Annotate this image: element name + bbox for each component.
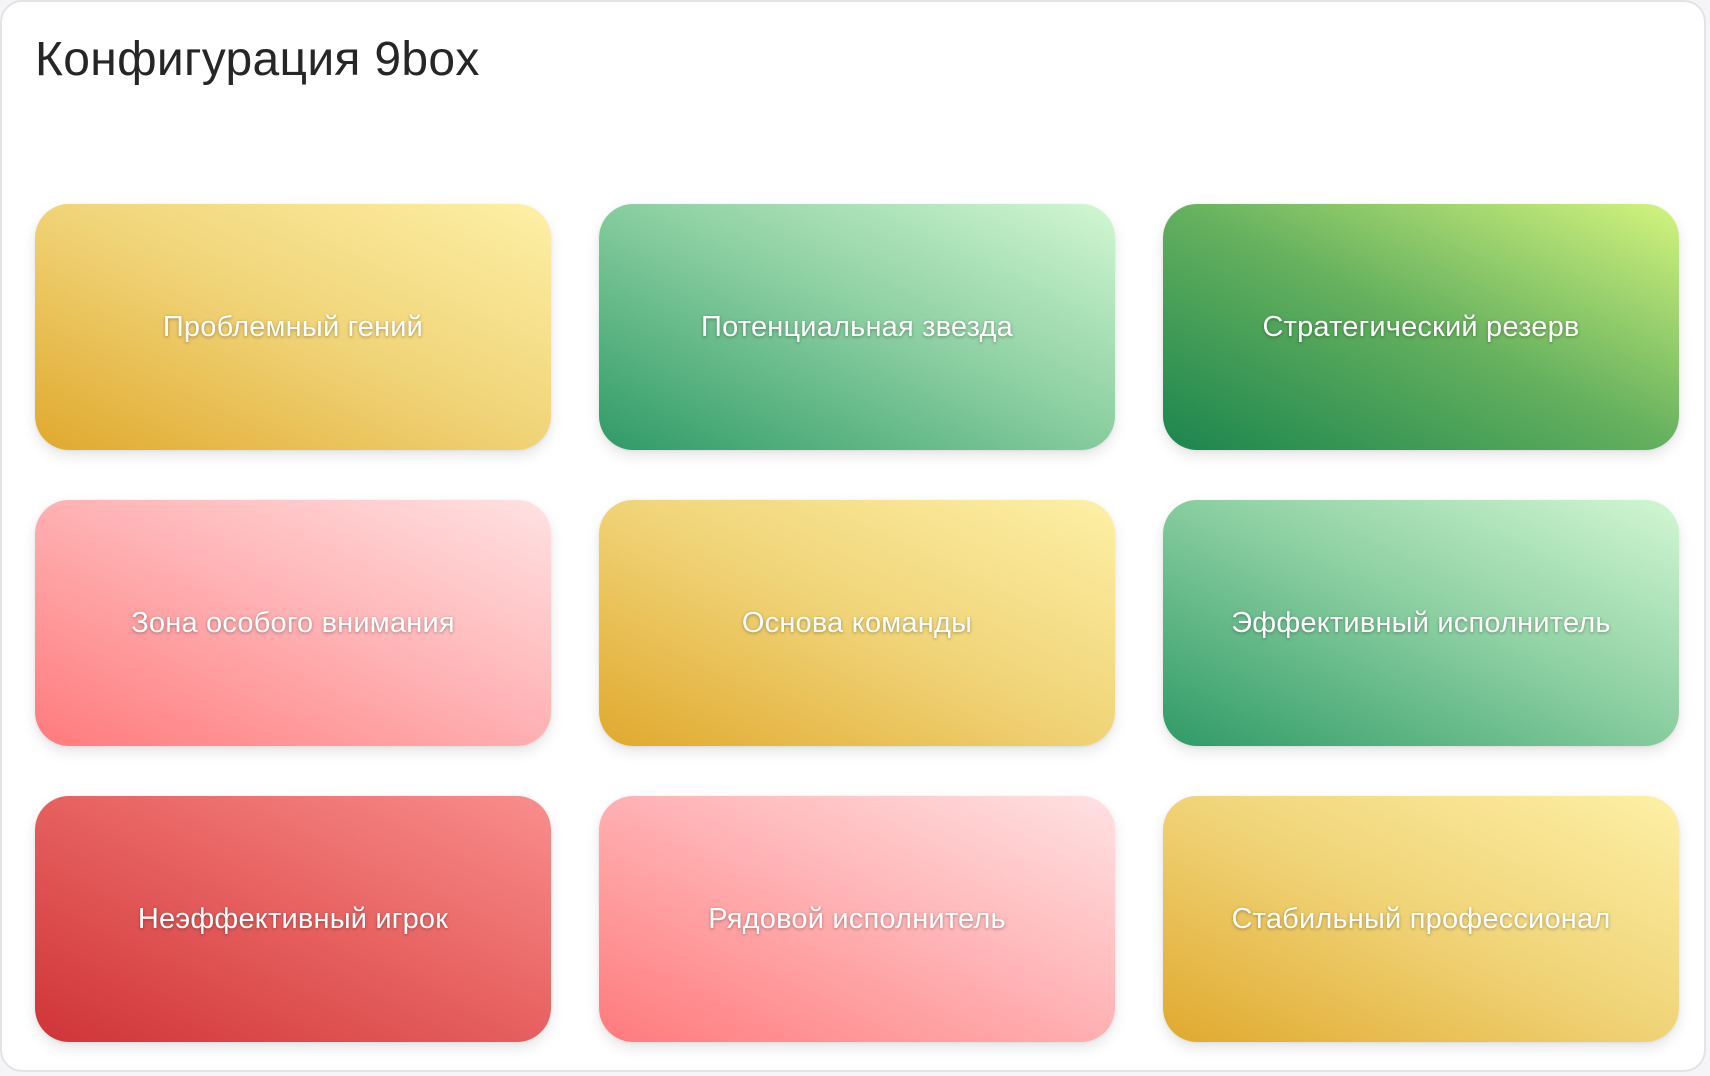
box-team-core[interactable]: Основа команды <box>599 500 1115 746</box>
box-label: Зона особого внимания <box>131 606 455 639</box>
box-label: Стабильный профессионал <box>1231 902 1611 935</box>
box-ineffective-player[interactable]: Неэффективный игрок <box>35 796 551 1042</box>
box-label: Неэффективный игрок <box>137 902 449 935</box>
box-label: Основа команды <box>741 606 973 639</box>
box-potential-star[interactable]: Потенциальная звезда <box>599 204 1115 450</box>
box-ordinary-performer[interactable]: Рядовой исполнитель <box>599 796 1115 1042</box>
box-label: Эффективный исполнитель <box>1231 606 1611 639</box>
box-label: Потенциальная звезда <box>701 310 1013 343</box>
box-label: Проблемный гений <box>162 310 424 343</box>
box-label: Рядовой исполнитель <box>708 902 1006 935</box>
box-stable-professional[interactable]: Стабильный профессионал <box>1163 796 1679 1042</box>
nine-box-grid: Проблемный гений Потенциальная звезда Ст… <box>35 204 1679 1042</box>
box-label: Стратегический резерв <box>1262 310 1580 343</box>
config-panel: Конфигурация 9box Проблемный гений Потен… <box>0 0 1706 1072</box>
box-strategic-reserve[interactable]: Стратегический резерв <box>1163 204 1679 450</box>
box-effective-performer[interactable]: Эффективный исполнитель <box>1163 500 1679 746</box>
page-title: Конфигурация 9box <box>35 33 480 86</box>
box-problem-genius[interactable]: Проблемный гений <box>35 204 551 450</box>
box-attention-zone[interactable]: Зона особого внимания <box>35 500 551 746</box>
